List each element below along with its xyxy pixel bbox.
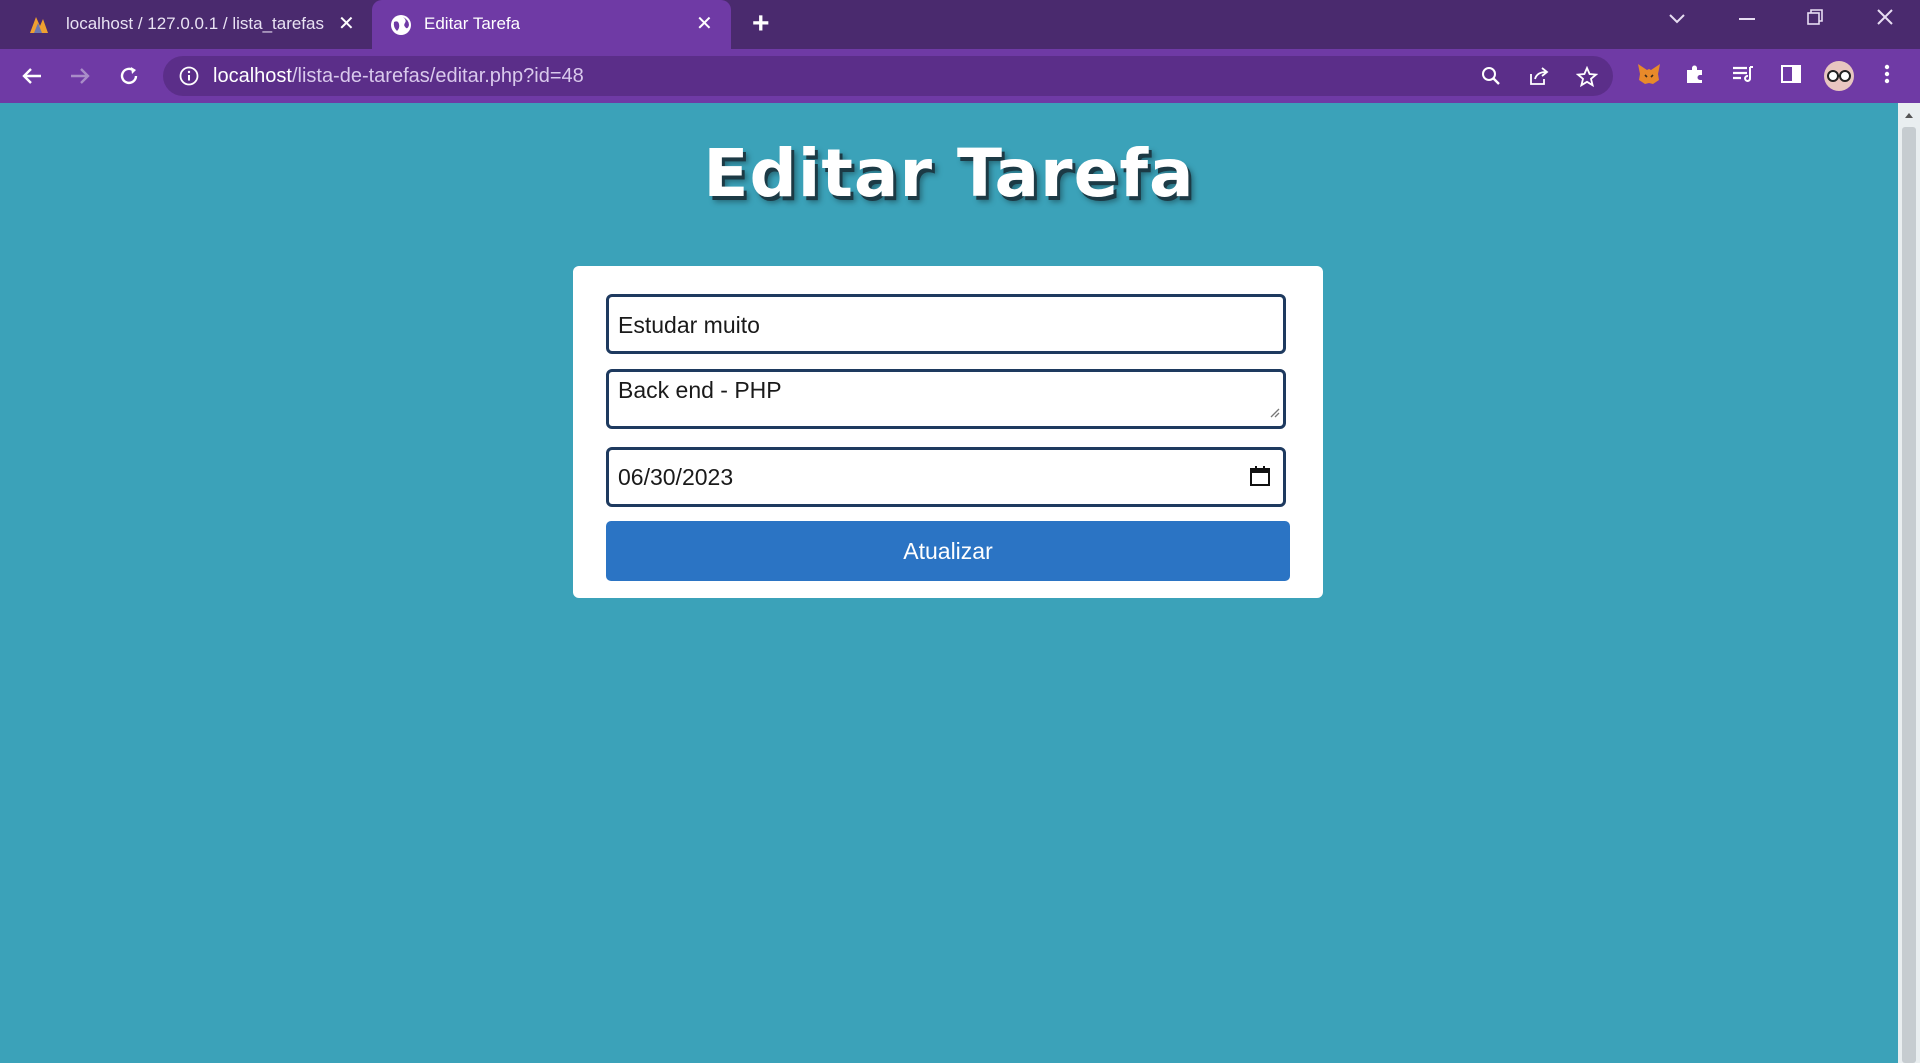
task-description-textarea[interactable]: Back end - PHP	[606, 369, 1286, 429]
bookmark-star-icon[interactable]	[1575, 65, 1599, 93]
menu-kebab-icon[interactable]	[1883, 63, 1891, 90]
tab-title: localhost / 127.0.0.1 / lista_tarefas	[66, 14, 324, 33]
zoom-icon[interactable]	[1481, 66, 1501, 91]
restore-icon[interactable]	[1806, 8, 1824, 32]
scroll-up-arrow-icon[interactable]	[1904, 111, 1914, 119]
url-path: /lista-de-tarefas/editar.php?id=48	[291, 65, 584, 87]
forward-arrow-icon[interactable]	[65, 61, 95, 91]
back-arrow-icon[interactable]	[17, 61, 47, 91]
side-panel-icon[interactable]	[1780, 64, 1802, 89]
phpmyadmin-logo-icon	[28, 14, 54, 39]
globe-icon	[390, 14, 412, 41]
tab-phpmyadmin[interactable]: localhost / 127.0.0.1 / lista_tarefas ✕	[0, 0, 370, 49]
page-scrollbar[interactable]	[1898, 103, 1920, 1063]
metamask-fox-icon[interactable]	[1636, 61, 1662, 92]
task-title-input[interactable]: Estudar muito	[606, 294, 1286, 354]
close-window-icon[interactable]	[1876, 8, 1894, 32]
reload-icon[interactable]	[114, 61, 144, 91]
new-tab-button[interactable]: +	[752, 7, 770, 41]
site-info-icon[interactable]	[179, 66, 199, 91]
url-text[interactable]: localhost/lista-de-tarefas/editar.php?id…	[213, 65, 584, 88]
task-date-input[interactable]: 06/30/2023	[606, 447, 1286, 507]
minimize-icon[interactable]	[1738, 8, 1756, 31]
share-icon[interactable]	[1528, 66, 1550, 91]
url-host: localhost	[213, 65, 292, 87]
tab-search-chevron-icon[interactable]	[1668, 8, 1686, 31]
calendar-icon[interactable]	[1249, 465, 1271, 492]
browser-toolbar: localhost/lista-de-tarefas/editar.php?id…	[0, 49, 1920, 103]
resize-handle-icon[interactable]	[1268, 405, 1280, 423]
tab-strip: localhost / 127.0.0.1 / lista_tarefas ✕ …	[0, 0, 1920, 49]
profile-avatar[interactable]	[1824, 61, 1854, 91]
task-title-value: Estudar muito	[618, 312, 760, 338]
edit-task-form: Estudar muito Back end - PHP 06/30/2023 …	[573, 266, 1323, 598]
scroll-thumb[interactable]	[1902, 127, 1916, 1063]
tab-editar-tarefa[interactable]: Editar Tarefa ✕	[372, 0, 731, 49]
tab-title: Editar Tarefa	[424, 14, 521, 33]
page-content: Editar Tarefa Estudar muito Back end - P…	[0, 103, 1898, 1063]
update-button[interactable]: Atualizar	[606, 521, 1290, 581]
page-title: Editar Tarefa	[703, 135, 1195, 212]
task-date-value: 06/30/2023	[618, 464, 734, 490]
address-bar[interactable]: localhost/lista-de-tarefas/editar.php?id…	[163, 56, 1613, 96]
extensions-puzzle-icon[interactable]	[1684, 63, 1706, 90]
reading-list-icon[interactable]	[1731, 64, 1755, 89]
close-tab-icon[interactable]: ✕	[338, 11, 355, 36]
task-description-value: Back end - PHP	[618, 377, 782, 403]
close-tab-icon[interactable]: ✕	[696, 11, 713, 36]
